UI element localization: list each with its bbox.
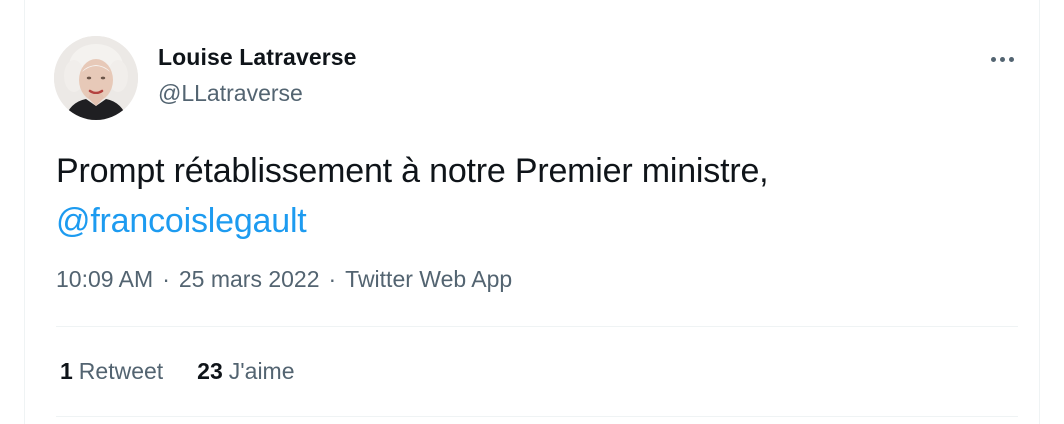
meta-separator: · [328,266,337,292]
mention-link[interactable]: @francoislegault [56,202,307,240]
retweets-stat[interactable]: 1 Retweet [60,358,163,385]
tweet-stats: 1 Retweet 23 J'aime [60,358,295,385]
more-options-button[interactable] [980,44,1024,74]
more-horizontal-icon [990,56,996,62]
tweet-text: Prompt rétablissement à notre Premier mi… [56,146,1016,246]
tweet-date[interactable]: 25 mars 2022 [179,266,320,293]
tweet-source[interactable]: Twitter Web App [345,266,512,293]
likes-stat[interactable]: 23 J'aime [197,358,294,385]
meta-separator: · [162,266,170,292]
tweet-meta: 10:09 AM · 25 mars 2022 · Twitter Web Ap… [56,266,512,293]
author-avatar[interactable] [54,36,138,120]
author-handle[interactable]: @LLatraverse [158,80,303,107]
tweet-body: Prompt rétablissement à notre Premier mi… [56,152,769,190]
divider [56,326,1018,327]
author-name[interactable]: Louise Latraverse [158,44,357,71]
likes-label: J'aime [228,358,295,384]
divider [56,416,1018,417]
tweet-time[interactable]: 10:09 AM [56,266,153,293]
retweets-label: Retweet [78,358,164,384]
user-avatar-photo-icon [54,36,138,120]
likes-count: 23 [197,358,223,384]
retweets-count: 1 [60,358,73,384]
